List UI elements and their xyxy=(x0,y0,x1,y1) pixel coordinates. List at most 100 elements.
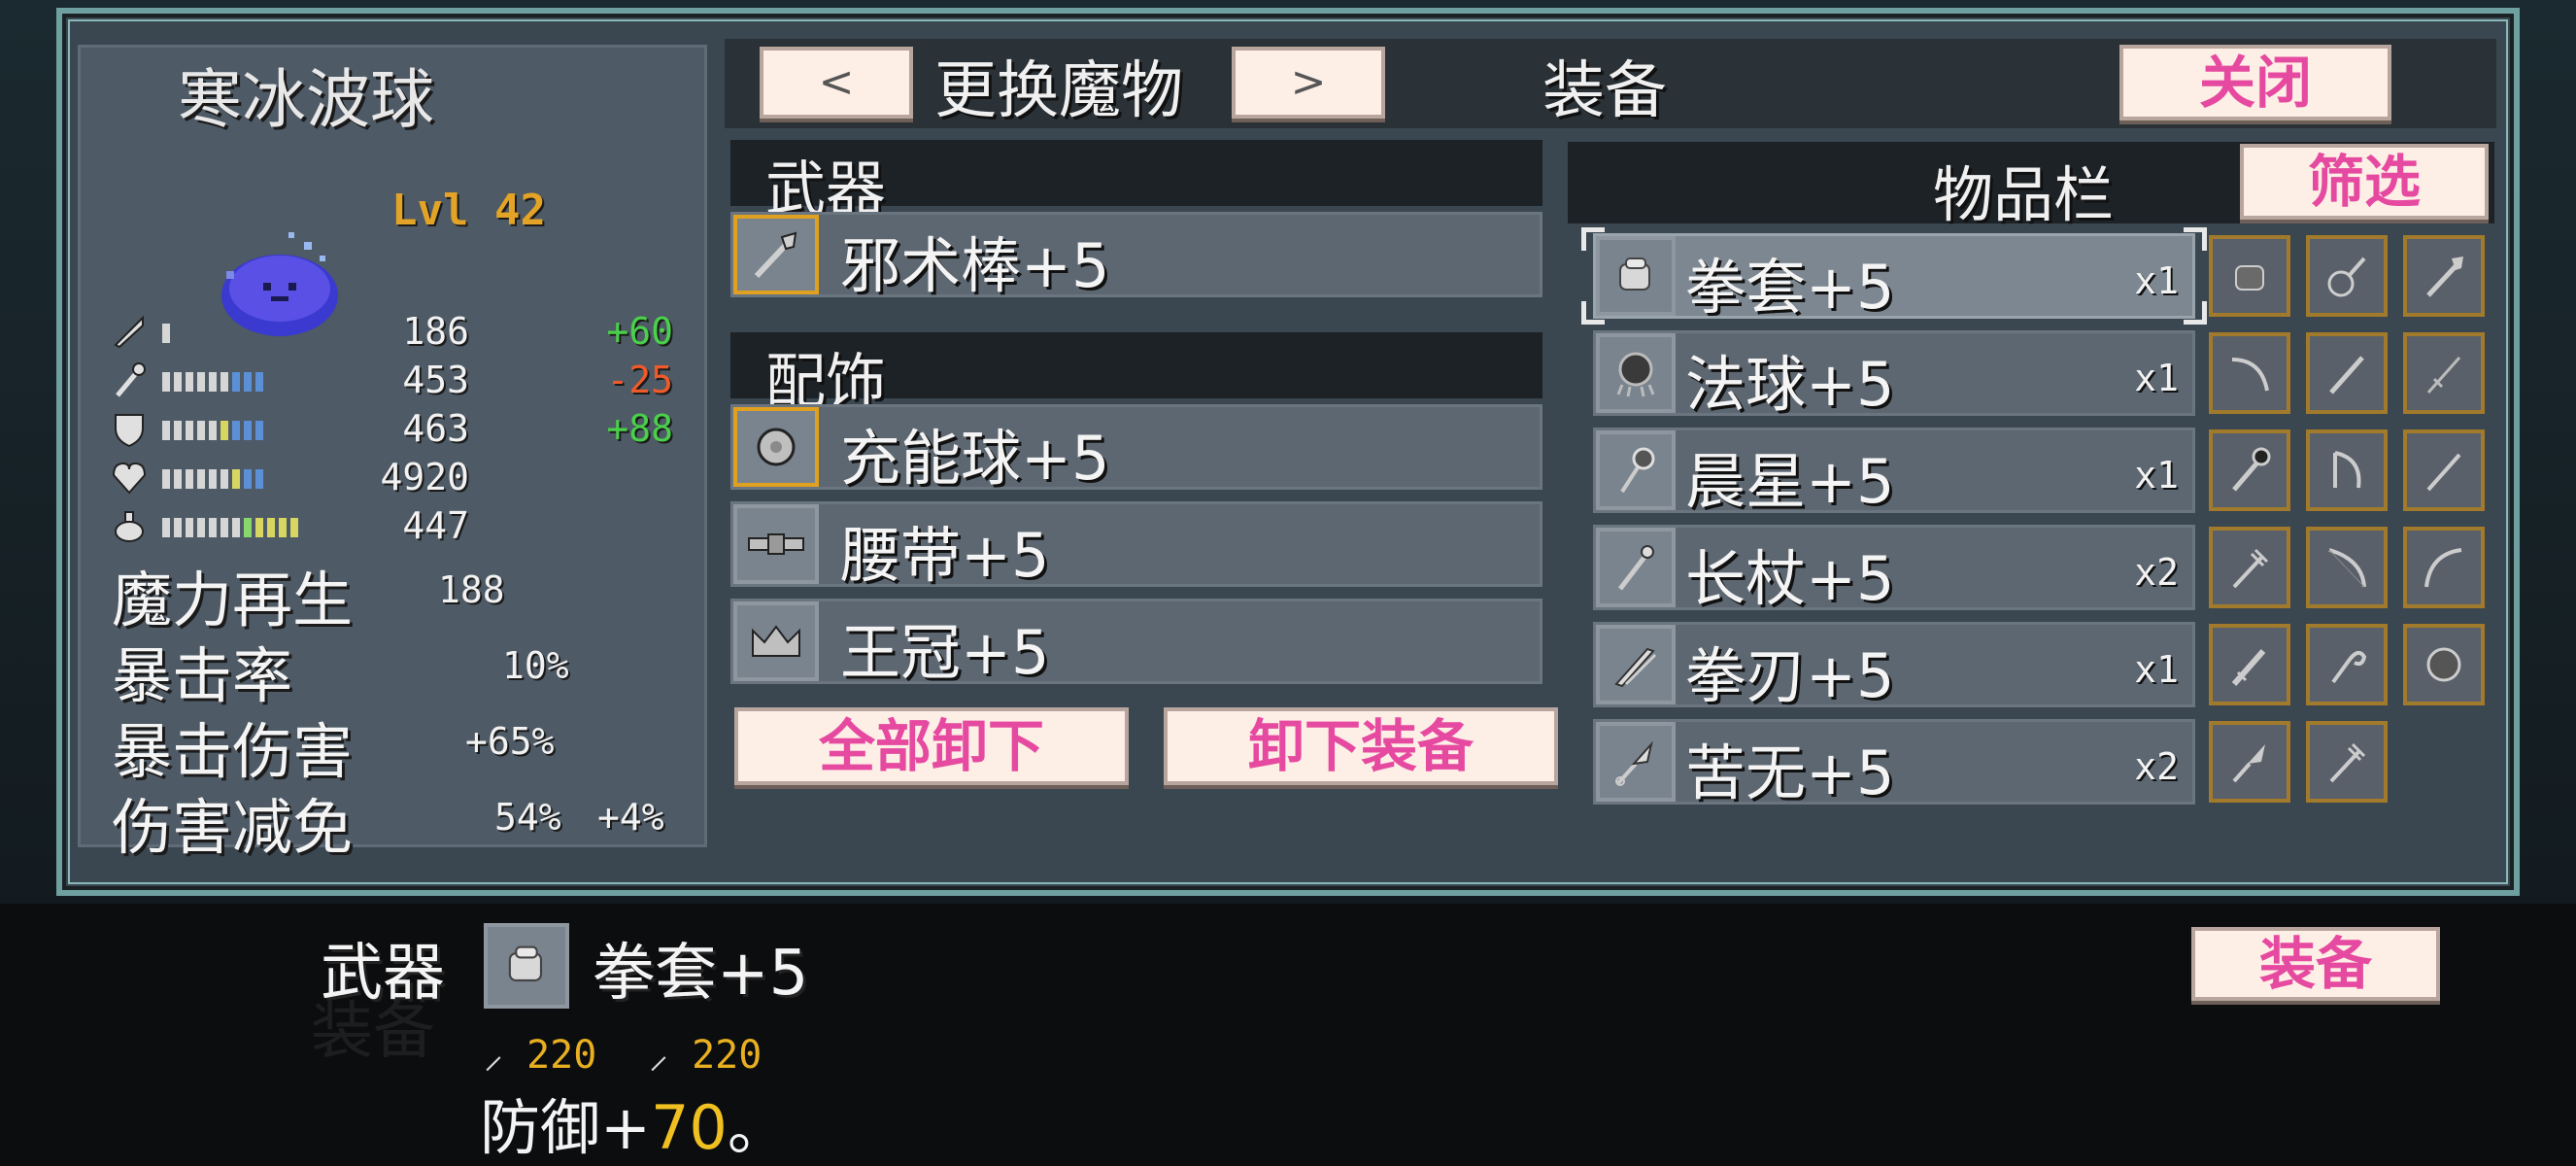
inventory-grid-cell[interactable] xyxy=(2209,429,2290,511)
katar-icon xyxy=(1596,625,1676,704)
inventory-item[interactable]: 长杖+5 x2 xyxy=(1593,525,2195,614)
belt-icon xyxy=(733,504,819,584)
stat-row-defense: 463 +88 xyxy=(100,405,702,450)
gauntlet-icon xyxy=(484,923,569,1009)
attr-label: 魔力再生 xyxy=(112,565,354,635)
inventory-grid-cell[interactable] xyxy=(2403,429,2485,511)
gauntlet-icon xyxy=(2235,265,2264,291)
inventory-grid-cell[interactable] xyxy=(2403,624,2485,705)
sword-icon: ⸝ xyxy=(484,1033,527,1078)
stat-row-mana: 447 xyxy=(100,502,702,547)
trident-icon xyxy=(2232,548,2269,589)
longbow-icon xyxy=(2328,548,2366,588)
detail-slot-label: 武器 xyxy=(321,938,445,1010)
bow-icon xyxy=(2231,358,2269,392)
inventory-grid-cell[interactable] xyxy=(2403,235,2485,317)
item-name: 拳刃+5 xyxy=(1685,640,1895,711)
change-monster-label: 更换魔物 xyxy=(934,55,1183,127)
inventory-grid-cell[interactable] xyxy=(2209,721,2290,803)
staff-icon xyxy=(1596,528,1676,607)
inventory-grid-cell[interactable] xyxy=(2306,624,2388,705)
shield-icon xyxy=(115,414,144,448)
inventory-item[interactable]: 法球+5 x1 xyxy=(1593,330,2195,420)
inventory-item[interactable]: 苦无+5 x2 xyxy=(1593,719,2195,808)
harp-icon xyxy=(2333,451,2361,489)
attr-value: 54% xyxy=(494,796,561,839)
inventory-grid-cell[interactable] xyxy=(2209,235,2290,317)
accessory-name: 充能球+5 xyxy=(840,423,1110,494)
selection-corner xyxy=(1581,301,1605,325)
inventory-item[interactable]: 拳刃+5 x1 xyxy=(1593,622,2195,711)
equip-button[interactable]: 装备 xyxy=(2191,927,2440,1001)
attr-value: +65% xyxy=(465,720,555,763)
accessory-slot-1[interactable]: 充能球+5 xyxy=(730,404,1542,494)
selection-corner xyxy=(2184,227,2207,251)
item-quantity: x1 xyxy=(2134,648,2179,691)
stat-delta: +60 xyxy=(606,310,673,353)
monster-level: Lvl 42 xyxy=(391,186,546,235)
inventory-grid-cell[interactable] xyxy=(2209,624,2290,705)
prev-monster-button[interactable]: < xyxy=(760,47,913,119)
unequip-all-button[interactable]: 全部卸下 xyxy=(734,707,1129,785)
mace-icon xyxy=(2232,447,2271,492)
hook-icon xyxy=(2331,650,2367,684)
accessory-name: 王冠+5 xyxy=(840,617,1050,688)
staff-icon xyxy=(116,362,146,397)
trident-icon xyxy=(2329,742,2366,783)
item-quantity: x2 xyxy=(2134,745,2179,788)
detail-atk-physical: ⸝ 220 xyxy=(484,1033,597,1078)
inventory-grid-cell[interactable] xyxy=(2209,332,2290,414)
staff-icon: ⸝ xyxy=(649,1033,693,1078)
attr-mana-regen: 魔力再生 188 xyxy=(112,551,733,635)
gauntlet-icon xyxy=(1596,236,1676,316)
detail-item-name: 拳套+5 xyxy=(593,938,809,1010)
item-quantity: x1 xyxy=(2134,454,2179,497)
selection-corner xyxy=(2184,301,2207,325)
heart-icon xyxy=(112,462,147,495)
potion-icon xyxy=(115,511,144,542)
inventory-grid-cell[interactable] xyxy=(2403,332,2485,414)
crown-icon xyxy=(733,601,819,681)
orb-icon xyxy=(2426,647,2461,682)
stat-value: 463 xyxy=(402,407,469,450)
filter-button[interactable]: 筛选 xyxy=(2240,144,2489,220)
dagger-icon xyxy=(2231,649,2266,686)
inventory-grid-cell[interactable] xyxy=(2306,235,2388,317)
stat-value: 4920 xyxy=(380,456,469,498)
orb-icon xyxy=(1596,333,1676,413)
attr-crit-rate: 暴击率 10% xyxy=(112,627,733,711)
inventory-grid-cell[interactable] xyxy=(2306,429,2388,511)
next-monster-button[interactable]: > xyxy=(1232,47,1385,119)
sword-icon xyxy=(2426,357,2461,394)
inventory-grid-cell[interactable] xyxy=(2306,721,2388,803)
stat-delta: -25 xyxy=(606,359,673,401)
accessory-slot-3[interactable]: 王冠+5 xyxy=(730,599,1542,688)
item-name: 法球+5 xyxy=(1685,349,1895,420)
item-name: 拳套+5 xyxy=(1685,252,1895,323)
inventory-grid-cell[interactable] xyxy=(2306,332,2388,414)
accessory-slot-2[interactable]: 腰带+5 xyxy=(730,501,1542,591)
stat-delta: +88 xyxy=(606,407,673,450)
inventory-item-selected[interactable]: 拳套+5 x1 xyxy=(1593,233,2195,323)
attr-label: 伤害减免 xyxy=(112,792,354,863)
inventory-grid-cell[interactable] xyxy=(2306,527,2388,608)
inventory-grid-cell[interactable] xyxy=(2403,527,2485,608)
weapon-slot[interactable]: 邪术棒+5 xyxy=(730,212,1542,301)
kunai-icon xyxy=(2232,744,2265,783)
close-button[interactable]: 关闭 xyxy=(2119,45,2391,120)
attr-value: 10% xyxy=(502,644,569,687)
monster-stats-panel: 寒冰波球 Lvl 42 186 +60 453 -25 463 +88 4920 xyxy=(78,45,707,863)
wand-icon xyxy=(2426,453,2461,492)
unequip-button[interactable]: 卸下装备 xyxy=(1164,707,1558,785)
orb-icon xyxy=(733,407,819,487)
stat-row-health: 4920 xyxy=(100,454,702,498)
weapon-section-header: 武器 xyxy=(730,140,1542,224)
sword-icon xyxy=(114,315,144,349)
attr-damage-reduction: 伤害减免 54% +4% xyxy=(112,778,733,863)
attr-value: 188 xyxy=(438,568,505,611)
morningstar-icon xyxy=(1596,430,1676,510)
inventory-grid-cell[interactable] xyxy=(2209,527,2290,608)
inventory-item[interactable]: 晨星+5 x1 xyxy=(1593,428,2195,517)
accessory-section-header: 配饰 xyxy=(730,332,1542,417)
selection-corner xyxy=(1581,227,1605,251)
